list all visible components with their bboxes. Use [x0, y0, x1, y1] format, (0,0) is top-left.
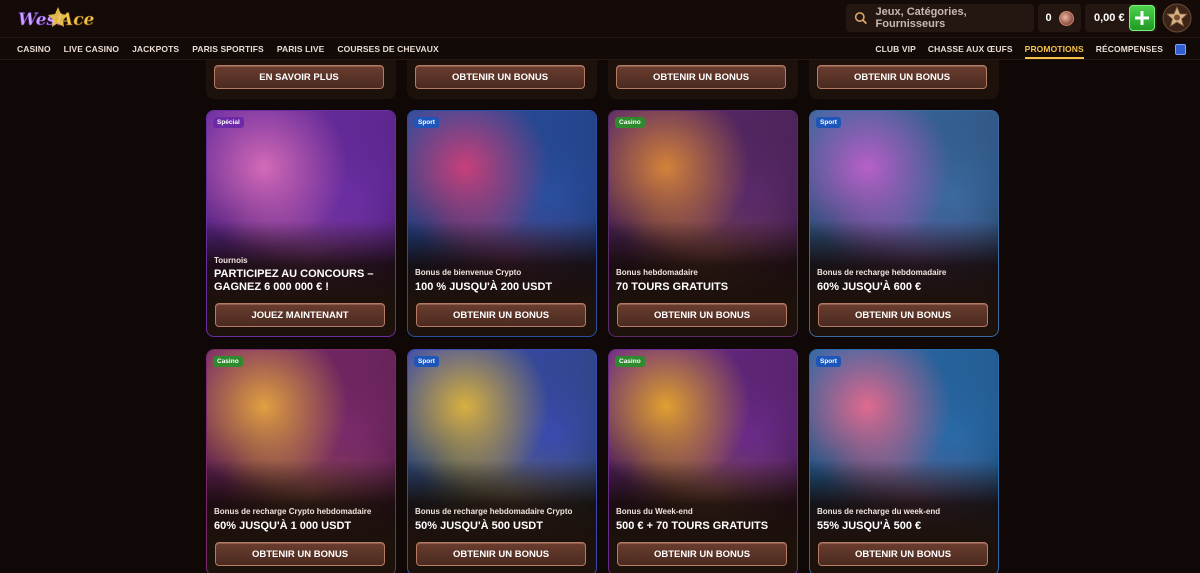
promo-title: 70 TOURS GRATUITS: [616, 281, 729, 293]
coin-balance[interactable]: 0: [1038, 4, 1081, 32]
promo-card-partial: OBTENIR UN BONUS: [608, 60, 798, 99]
promo-button[interactable]: OBTENIR UN BONUS: [416, 542, 586, 566]
nav-recompenses[interactable]: RÉCOMPENSES: [1096, 44, 1163, 54]
promo-card[interactable]: Sport Bonus de bienvenue Crypto 100 % JU…: [407, 110, 597, 337]
promo-tag: Sport: [414, 117, 439, 128]
promo-card[interactable]: Sport Bonus de recharge du week-end 55% …: [809, 349, 999, 573]
promo-tag: Casino: [213, 356, 243, 367]
nav-left: CASINO LIVE CASINO JACKPOTS PARIS SPORTI…: [17, 38, 439, 60]
promo-tag: Spécial: [213, 117, 244, 128]
promo-card[interactable]: Spécial Tournois PARTICIPEZ AU CONCOURS …: [206, 110, 396, 337]
promo-category: Bonus de recharge Crypto hebdomadaire: [214, 507, 372, 516]
main-nav: CASINO LIVE CASINO JACKPOTS PARIS SPORTI…: [0, 38, 1200, 60]
promo-button[interactable]: JOUEZ MAINTENANT: [215, 303, 385, 327]
coin-count: 0: [1045, 12, 1052, 24]
nav-jackpots[interactable]: JACKPOTS: [132, 44, 179, 54]
nav-right: CLUB VIP CHASSE AUX ŒUFS PROMOTIONS RÉCO…: [875, 38, 1186, 60]
promo-card[interactable]: Casino Bonus du Week-end 500 € + 70 TOUR…: [608, 349, 798, 573]
promo-card-partial: OBTENIR UN BONUS: [407, 60, 597, 99]
promo-button[interactable]: OBTENIR UN BONUS: [818, 542, 988, 566]
balance-amount: 0,00 €: [1094, 12, 1125, 24]
promo-category: Bonus de recharge du week-end: [817, 507, 941, 516]
promo-card-partial: EN SAVOIR PLUS: [206, 60, 396, 99]
promo-button[interactable]: OBTENIR UN BONUS: [617, 303, 787, 327]
promo-button[interactable]: OBTENIR UN BONUS: [416, 303, 586, 327]
nav-paris-sportifs[interactable]: PARIS SPORTIFS: [192, 44, 264, 54]
nav-club-vip[interactable]: CLUB VIP: [875, 44, 915, 54]
promo-tag: Casino: [615, 356, 645, 367]
promo-title: 500 € + 70 TOURS GRATUITS: [616, 520, 769, 532]
promo-card[interactable]: Casino Bonus de recharge Crypto hebdomad…: [206, 349, 396, 573]
promo-category: Bonus de recharge hebdomadaire: [817, 268, 947, 277]
promo-title: 60% JUSQU'À 1 000 USDT: [214, 520, 352, 532]
promo-category: Bonus de recharge hebdomadaire Crypto: [415, 507, 573, 516]
promo-title: 50% JUSQU'À 500 USDT: [415, 520, 543, 532]
promo-button[interactable]: EN SAVOIR PLUS: [214, 65, 384, 89]
promo-button[interactable]: OBTENIR UN BONUS: [415, 65, 585, 89]
nav-paris-live[interactable]: PARIS LIVE: [277, 44, 325, 54]
search-icon: [854, 12, 868, 25]
nav-live-casino[interactable]: LIVE CASINO: [64, 44, 119, 54]
promo-category: Bonus du Week-end: [616, 507, 693, 516]
promo-title: PARTICIPEZ AU CONCOURS – GAGNEZ 6 000 00…: [214, 268, 374, 293]
nav-courses-de-chevaux[interactable]: COURSES DE CHEVAUX: [337, 44, 438, 54]
promo-button[interactable]: OBTENIR UN BONUS: [215, 542, 385, 566]
promo-card-partial: OBTENIR UN BONUS: [809, 60, 999, 99]
promo-card[interactable]: Casino Bonus hebdomadaire 70 TOURS GRATU…: [608, 110, 798, 337]
language-flag-icon[interactable]: [1175, 43, 1186, 55]
nav-chasse-aux-oeufs[interactable]: CHASSE AUX ŒUFS: [928, 44, 1013, 54]
promo-button[interactable]: OBTENIR UN BONUS: [818, 303, 988, 327]
west-ace-logo[interactable]: West Ace: [16, 3, 98, 35]
promo-tag: Sport: [816, 117, 841, 128]
promo-title: 60% JUSQU'À 600 €: [817, 281, 922, 293]
top-bar: West Ace Jeux, Catégories, Fournisseurs …: [0, 0, 1200, 38]
promo-card[interactable]: Sport Bonus de recharge hebdomadaire 60%…: [809, 110, 999, 337]
promo-category: Tournois: [214, 256, 248, 265]
nav-promotions[interactable]: PROMOTIONS: [1024, 44, 1084, 59]
coin-icon: [1058, 10, 1074, 26]
promo-title: 55% JUSQU'À 500 €: [817, 520, 922, 532]
deposit-plus-button[interactable]: [1129, 5, 1155, 31]
sheriff-badge-avatar-icon[interactable]: [1162, 3, 1192, 33]
nav-casino[interactable]: CASINO: [17, 44, 51, 54]
promo-button[interactable]: OBTENIR UN BONUS: [617, 542, 787, 566]
promo-card[interactable]: Sport Bonus de recharge hebdomadaire Cry…: [407, 349, 597, 573]
promo-tag: Casino: [615, 117, 645, 128]
promo-category: Bonus de bienvenue Crypto: [415, 268, 522, 277]
promo-tag: Sport: [414, 356, 439, 367]
promo-title: 100 % JUSQU'À 200 USDT: [415, 281, 553, 293]
promo-category: Bonus hebdomadaire: [616, 268, 698, 277]
search-input[interactable]: Jeux, Catégories, Fournisseurs: [846, 4, 1034, 32]
promo-button[interactable]: OBTENIR UN BONUS: [817, 65, 987, 89]
promo-tag: Sport: [816, 356, 841, 367]
search-placeholder: Jeux, Catégories, Fournisseurs: [875, 6, 967, 30]
promo-button[interactable]: OBTENIR UN BONUS: [616, 65, 786, 89]
svg-text:Ace: Ace: [58, 10, 95, 30]
